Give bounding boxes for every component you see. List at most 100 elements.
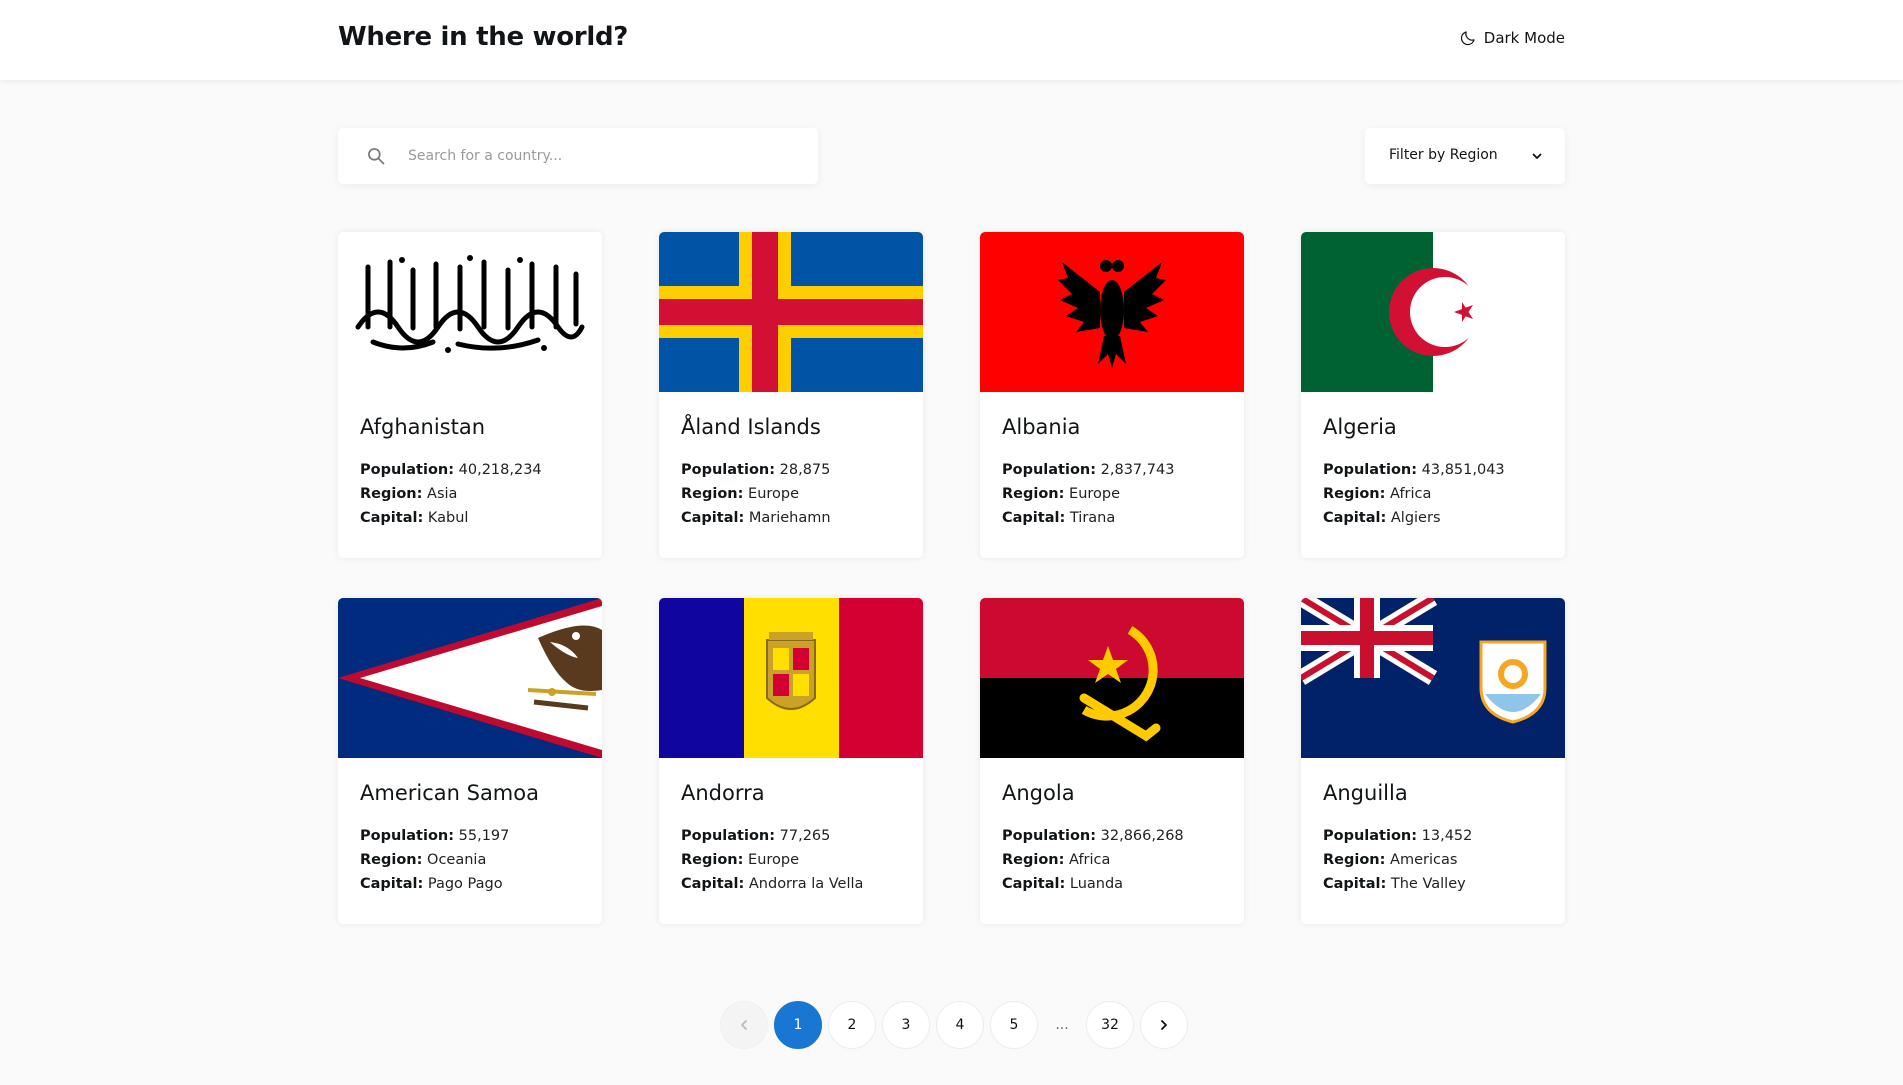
region-value: Africa — [1390, 486, 1432, 502]
region-value: Americas — [1390, 852, 1458, 868]
region-label: Region: — [360, 852, 423, 868]
page-button-5[interactable]: 5 — [990, 1001, 1038, 1049]
capital-value: Luanda — [1069, 876, 1124, 892]
country-details: Population: 13,452 Region: Americas Capi… — [1323, 824, 1472, 896]
country-card-american-samoa[interactable]: American Samoa Population: 55,197 Region… — [338, 598, 602, 924]
country-name: Anguilla — [1323, 781, 1408, 805]
capital-value: The Valley — [1390, 876, 1466, 892]
region-filter-dropdown[interactable]: Filter by Region — [1365, 128, 1565, 184]
capital-label: Capital: — [1002, 876, 1066, 892]
region-value: Europe — [748, 852, 800, 868]
country-name: Albania — [1002, 415, 1081, 439]
page-button-2[interactable]: 2 — [828, 1001, 876, 1049]
country-card-aland-islands[interactable]: Åland Islands Population: 28,875 Region:… — [659, 232, 923, 558]
country-name: Åland Islands — [681, 415, 821, 439]
flag-image-afghanistan — [338, 232, 602, 392]
population-label: Population: — [1002, 462, 1097, 478]
capital-value: Mariehamn — [748, 510, 831, 526]
capital-label: Capital: — [1323, 876, 1387, 892]
capital-value: Kabul — [427, 510, 469, 526]
region-filter-label: Filter by Region — [1389, 147, 1498, 163]
country-card-algeria[interactable]: Algeria Population: 43,851,043 Region: A… — [1301, 232, 1565, 558]
flag-image-algeria — [1301, 232, 1565, 392]
capital-value: Pago Pago — [427, 876, 503, 892]
page-button-1[interactable]: 1 — [774, 1001, 822, 1049]
flag-image-albania — [980, 232, 1244, 392]
next-page-button[interactable] — [1140, 1001, 1188, 1049]
country-card-angola[interactable]: Angola Population: 32,866,268 Region: Af… — [980, 598, 1244, 924]
region-value: Asia — [427, 486, 458, 502]
country-name: Andorra — [681, 781, 765, 805]
capital-label: Capital: — [360, 876, 424, 892]
chevron-left-icon — [741, 1020, 747, 1030]
country-details: Population: 43,851,043 Region: Africa Ca… — [1323, 458, 1505, 530]
capital-value: Andorra la Vella — [748, 876, 864, 892]
country-card-anguilla[interactable]: Anguilla Population: 13,452 Region: Amer… — [1301, 598, 1565, 924]
app-title: Where in the world? — [338, 22, 629, 52]
population-label: Population: — [360, 462, 455, 478]
country-details: Population: 2,837,743 Region: Europe Cap… — [1002, 458, 1174, 530]
dark-mode-toggle[interactable]: Dark Mode — [1459, 29, 1565, 47]
population-label: Population: — [1002, 828, 1097, 844]
region-label: Region: — [681, 852, 744, 868]
flag-image-american-samoa — [338, 598, 602, 758]
page-button-4[interactable]: 4 — [936, 1001, 984, 1049]
page-button-32[interactable]: 32 — [1086, 1001, 1134, 1049]
population-value: 28,875 — [779, 462, 831, 478]
country-details: Population: 77,265 Region: Europe Capita… — [681, 824, 863, 896]
pagination-ellipsis: ... — [1055, 1017, 1069, 1033]
region-value: Africa — [1069, 852, 1111, 868]
capital-value: Algiers — [1390, 510, 1441, 526]
population-label: Population: — [360, 828, 455, 844]
country-card-albania[interactable]: Albania Population: 2,837,743 Region: Eu… — [980, 232, 1244, 558]
population-label: Population: — [681, 828, 776, 844]
region-label: Region: — [360, 486, 423, 502]
population-value: 77,265 — [779, 828, 831, 844]
population-label: Population: — [1323, 828, 1418, 844]
region-label: Region: — [1002, 486, 1065, 502]
capital-label: Capital: — [360, 510, 424, 526]
capital-label: Capital: — [1323, 510, 1387, 526]
chevron-right-icon — [1161, 1020, 1167, 1030]
population-value: 32,866,268 — [1100, 828, 1184, 844]
population-value: 40,218,234 — [458, 462, 542, 478]
flag-image-aland-islands — [659, 232, 923, 392]
region-label: Region: — [1002, 852, 1065, 868]
region-value: Europe — [1069, 486, 1121, 502]
capital-label: Capital: — [1002, 510, 1066, 526]
flag-image-angola — [980, 598, 1244, 758]
top-header: Where in the world? Dark Mode — [0, 0, 1903, 80]
country-details: Population: 32,866,268 Region: Africa Ca… — [1002, 824, 1184, 896]
page-button-3[interactable]: 3 — [882, 1001, 930, 1049]
capital-label: Capital: — [681, 876, 745, 892]
country-card-afghanistan[interactable]: Afghanistan Population: 40,218,234 Regio… — [338, 232, 602, 558]
region-label: Region: — [1323, 486, 1386, 502]
population-label: Population: — [681, 462, 776, 478]
search-box — [338, 128, 818, 184]
population-value: 2,837,743 — [1100, 462, 1175, 478]
population-value: 43,851,043 — [1421, 462, 1505, 478]
country-details: Population: 28,875 Region: Europe Capita… — [681, 458, 831, 530]
country-details: Population: 40,218,234 Region: Asia Capi… — [360, 458, 542, 530]
country-name: Afghanistan — [360, 415, 486, 439]
previous-page-button[interactable] — [720, 1001, 768, 1049]
country-details: Population: 55,197 Region: Oceania Capit… — [360, 824, 509, 896]
capital-value: Tirana — [1069, 510, 1116, 526]
search-icon — [368, 148, 385, 165]
region-label: Region: — [1323, 852, 1386, 868]
country-name: Algeria — [1323, 415, 1397, 439]
capital-label: Capital: — [681, 510, 745, 526]
region-value: Europe — [748, 486, 800, 502]
search-input[interactable] — [408, 128, 798, 184]
flag-image-andorra — [659, 598, 923, 758]
population-label: Population: — [1323, 462, 1418, 478]
country-name: Angola — [1002, 781, 1075, 805]
moon-icon — [1460, 31, 1475, 46]
flag-image-anguilla — [1301, 598, 1565, 758]
dark-mode-label: Dark Mode — [1483, 29, 1565, 47]
pagination: 1 2 3 4 5 ... 32 — [720, 1001, 1188, 1049]
population-value: 13,452 — [1421, 828, 1473, 844]
country-card-andorra[interactable]: Andorra Population: 77,265 Region: Europ… — [659, 598, 923, 924]
country-name: American Samoa — [360, 781, 539, 805]
region-value: Oceania — [427, 852, 487, 868]
